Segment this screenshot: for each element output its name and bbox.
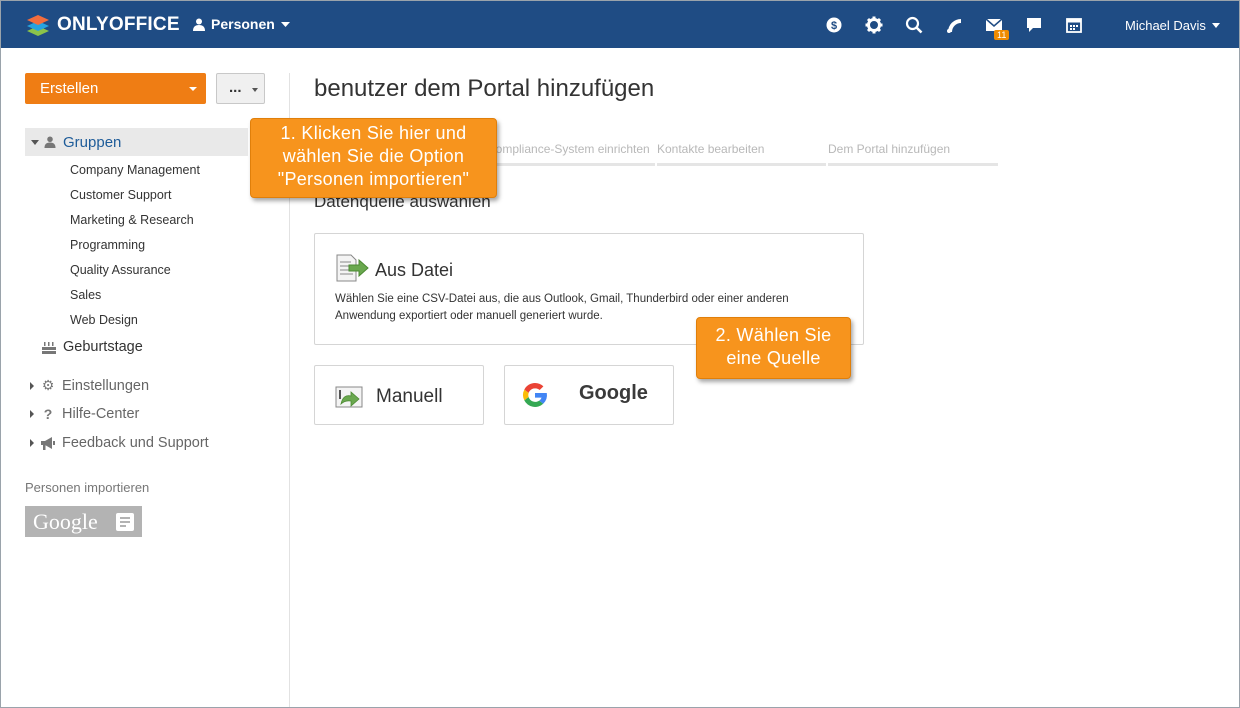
more-actions-label: ... [229, 79, 242, 96]
sidebar-item-birthdays[interactable]: Geburtstage [42, 339, 143, 355]
person-icon [44, 136, 56, 148]
group-item[interactable]: Company Management [70, 163, 200, 177]
instruction-callout-2: 2. Wählen Sie eine Quelle [696, 317, 851, 379]
sidebar-item-label: Einstellungen [62, 377, 150, 394]
callout-2-line-2: eine Quelle [726, 348, 821, 368]
more-actions-button[interactable]: ... [216, 73, 265, 104]
callout-2-line-1: 2. Wählen Sie [715, 325, 832, 345]
mail-count-badge: 11 [994, 30, 1010, 40]
group-item[interactable]: Programming [70, 238, 145, 252]
app-logo-text[interactable]: ONLYOFFICE [57, 14, 180, 36]
chevron-down-icon [280, 21, 290, 27]
person-icon [193, 18, 205, 31]
expand-arrow-icon [30, 381, 34, 390]
callout-1-line-1: 1. Klicken Sie hier und [280, 123, 467, 143]
feed-icon[interactable] [945, 16, 963, 34]
source-google-label: Google [579, 382, 648, 404]
import-file-icon [336, 254, 369, 282]
google-logo-text: Google [33, 509, 98, 534]
user-menu[interactable]: Michael Davis [1125, 18, 1220, 33]
group-item[interactable]: Web Design [70, 313, 138, 327]
chevron-down-icon [189, 87, 197, 91]
onlyoffice-logo-icon[interactable] [25, 12, 51, 38]
document-icon [116, 513, 134, 531]
question-icon: ? [43, 406, 53, 422]
top-navigation-bar: ONLYOFFICE Personen $ 11 Michael Davis [1, 1, 1239, 48]
instruction-callout-1: 1. Klicken Sie hier und wählen Sie die O… [250, 118, 497, 198]
google-g-icon [523, 382, 547, 407]
sidebar-item-label: Gruppen [63, 134, 122, 151]
chevron-down-icon [1211, 23, 1220, 28]
sidebar-item-groups[interactable]: Gruppen [25, 128, 248, 156]
user-name: Michael Davis [1125, 18, 1206, 33]
expand-arrow-icon [30, 439, 34, 447]
step-compliance: Compliance-System einrichten [484, 140, 655, 166]
sidebar-item-settings[interactable]: ⚙ Einstellungen [30, 377, 149, 394]
group-item[interactable]: Marketing & Research [70, 213, 194, 227]
window-frame [0, 0, 1240, 708]
expand-arrow-icon [30, 410, 34, 418]
calendar-icon[interactable] [1065, 16, 1083, 34]
cake-icon [42, 342, 56, 354]
import-section-label: Personen importieren [25, 480, 150, 495]
chat-icon[interactable] [1025, 16, 1043, 34]
group-item[interactable]: Quality Assurance [70, 263, 171, 277]
group-item[interactable]: Customer Support [70, 188, 171, 202]
module-switcher[interactable]: Personen [193, 16, 290, 32]
source-manual-card[interactable]: Manuell [314, 365, 484, 425]
gear-icon: ⚙ [41, 377, 55, 393]
google-import-button[interactable]: Google [25, 506, 142, 537]
source-manual-label: Manuell [376, 386, 443, 407]
module-label: Personen [211, 16, 275, 32]
sidebar-item-feedback[interactable]: Feedback und Support [30, 435, 209, 451]
sidebar-item-label: Hilfe-Center [62, 406, 140, 422]
settings-gear-icon[interactable] [865, 16, 883, 34]
create-button-label: Erstellen [40, 80, 99, 97]
sidebar-item-label: Feedback und Support [62, 435, 209, 451]
callout-1-line-3: "Personen importieren" [277, 169, 470, 189]
page-title: benutzer dem Portal hinzufügen [314, 75, 655, 102]
step-add-to-portal: Dem Portal hinzufügen [828, 140, 998, 166]
chevron-down-icon [252, 88, 258, 92]
collapse-arrow-icon[interactable] [31, 140, 39, 145]
search-icon[interactable] [905, 16, 923, 34]
group-item[interactable]: Sales [70, 288, 101, 302]
sidebar-item-label: Geburtstage [63, 339, 143, 355]
source-file-title: Aus Datei [375, 260, 454, 280]
manual-entry-icon [335, 386, 363, 408]
sidebar-item-help-center[interactable]: ? Hilfe-Center [30, 406, 139, 422]
source-google-card[interactable]: Google [504, 365, 674, 425]
callout-1-line-2: wählen Sie die Option [282, 146, 465, 166]
payments-icon[interactable]: $ [825, 16, 843, 34]
svg-text:$: $ [831, 20, 837, 32]
megaphone-icon [41, 436, 55, 450]
step-edit-contacts: Kontakte bearbeiten [657, 140, 826, 166]
create-button[interactable]: Erstellen [25, 73, 206, 104]
